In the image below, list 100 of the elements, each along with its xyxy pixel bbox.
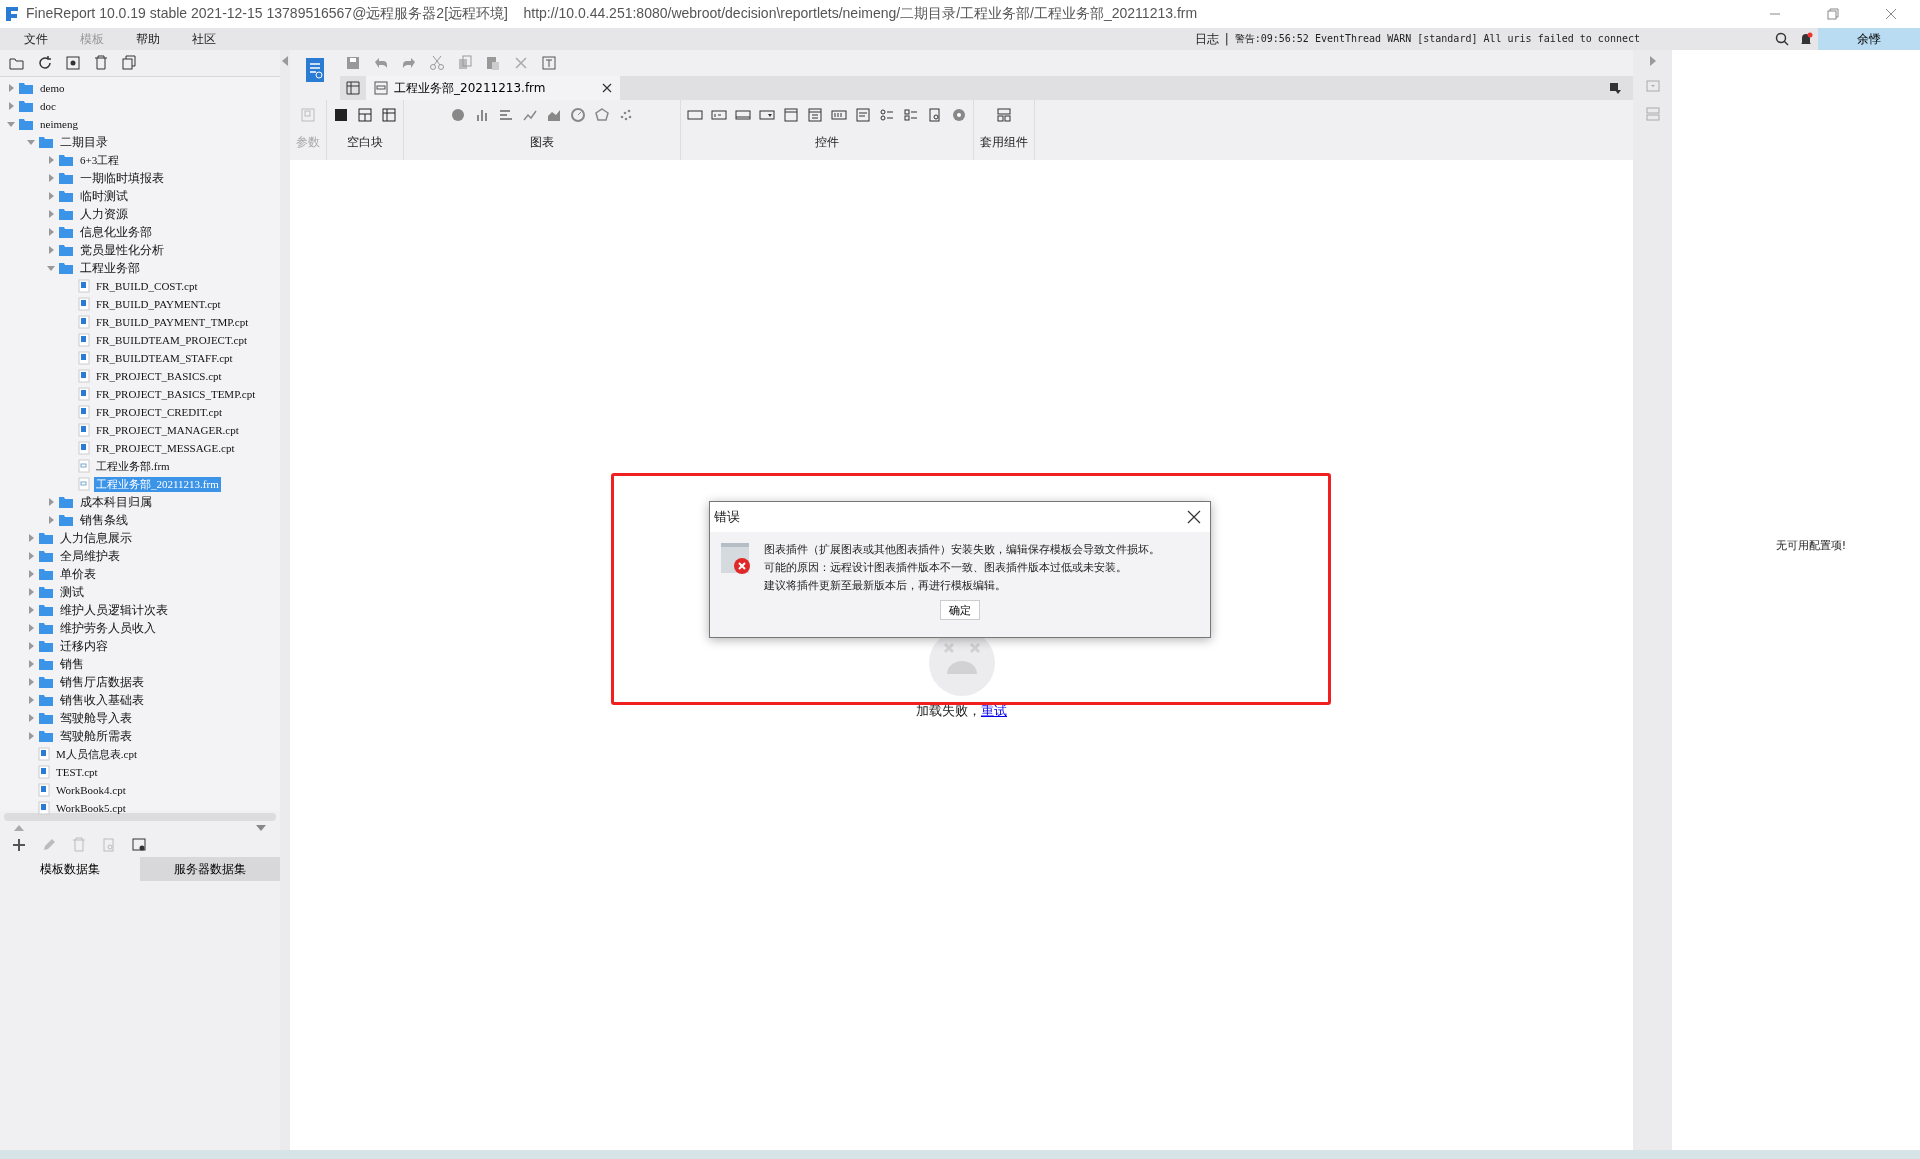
log-label[interactable]: 日志 (1194, 30, 1219, 48)
grid-icon[interactable] (345, 80, 361, 96)
tree-item[interactable]: FR_BUILDTEAM_PROJECT.cpt (94, 334, 250, 346)
up-arrow-icon[interactable] (14, 825, 24, 831)
collapsed-caret-icon[interactable] (27, 696, 35, 704)
close-button[interactable] (1187, 510, 1201, 524)
label-icon[interactable] (711, 107, 727, 123)
dropdown-icon[interactable] (759, 107, 775, 123)
delete-icon[interactable] (93, 55, 109, 71)
expanded-caret-icon[interactable] (7, 120, 15, 128)
tree-item[interactable]: 临时测试 (78, 187, 130, 205)
split-block-icon[interactable] (357, 107, 373, 123)
menu-item[interactable]: 文件 (24, 30, 48, 48)
tree-item[interactable]: 二期目录 (58, 133, 110, 151)
text-box-icon[interactable] (687, 107, 703, 123)
collapsed-caret-icon[interactable] (27, 660, 35, 668)
tree-item[interactable]: 全局维护表 (58, 547, 122, 565)
tree-item[interactable]: M人员信息表.cpt (54, 746, 139, 762)
scatter-chart-icon[interactable] (618, 107, 634, 123)
edit-icon[interactable] (41, 837, 57, 853)
bar-chart-icon[interactable] (474, 107, 490, 123)
tree-item[interactable]: demo (38, 82, 67, 94)
tree-item[interactable]: FR_BUILD_PAYMENT.cpt (94, 298, 223, 310)
tree-item[interactable]: 维护劳务人员收入 (58, 619, 158, 637)
tree-item[interactable]: 成本科目归属 (78, 493, 154, 511)
tree-item[interactable]: FR_PROJECT_MESSAGE.cpt (94, 442, 237, 454)
tree-item[interactable]: 单价表 (58, 565, 98, 583)
block-icon[interactable] (333, 107, 349, 123)
parameter-icon[interactable] (300, 107, 316, 123)
collapsed-caret-icon[interactable] (27, 714, 35, 722)
find-replace-icon[interactable] (541, 55, 557, 71)
dataset-settings-icon[interactable] (131, 837, 147, 853)
collapsed-caret-icon[interactable] (27, 534, 35, 542)
widget-panel-icon[interactable] (1644, 78, 1661, 94)
tree-item[interactable]: WorkBook5.cpt (54, 802, 128, 814)
checkbox-list-icon[interactable] (903, 107, 919, 123)
collapsed-caret-icon[interactable] (27, 606, 35, 614)
collapsed-caret-icon[interactable] (47, 174, 55, 182)
tree-item[interactable]: 维护人员逻辑计次表 (58, 601, 170, 619)
tree-item[interactable]: 人力资源 (78, 205, 130, 223)
tree-item[interactable]: 6+3工程 (78, 152, 122, 168)
tree-item[interactable]: FR_PROJECT_MANAGER.cpt (94, 424, 241, 436)
collapsed-caret-icon[interactable] (47, 228, 55, 236)
collapsed-caret-icon[interactable] (27, 588, 35, 596)
save-icon[interactable] (345, 55, 361, 71)
tree-item[interactable]: FR_BUILDTEAM_STAFF.cpt (94, 352, 235, 364)
search-button[interactable] (1775, 32, 1789, 46)
down-arrow-icon[interactable] (256, 825, 266, 831)
radar-chart-icon[interactable] (594, 107, 610, 123)
collapsed-caret-icon[interactable] (7, 84, 15, 92)
cut-icon[interactable] (429, 55, 445, 71)
tree-item[interactable]: 驾驶舱所需表 (58, 727, 134, 745)
tree-item[interactable]: FR_BUILD_COST.cpt (94, 280, 200, 292)
collapsed-caret-icon[interactable] (27, 642, 35, 650)
collapsed-caret-icon[interactable] (27, 678, 35, 686)
menu-item[interactable]: 社区 (192, 30, 216, 48)
tree-item[interactable]: TEST.cpt (54, 766, 100, 778)
gear-icon[interactable] (951, 107, 967, 123)
collapsed-caret-icon[interactable] (27, 732, 35, 740)
new-folder-icon[interactable] (9, 55, 25, 71)
tree-item[interactable]: 工程业务部 (78, 259, 142, 277)
paste-icon[interactable] (485, 55, 501, 71)
date-picker-icon[interactable] (783, 107, 799, 123)
tree-item[interactable]: 测试 (58, 583, 86, 601)
gauge-icon[interactable] (570, 107, 586, 123)
copy-icon[interactable] (121, 55, 137, 71)
user-button[interactable]: 余悸 (1818, 28, 1920, 50)
collapsed-caret-icon[interactable] (7, 102, 15, 110)
tree-item[interactable]: FR_PROJECT_BASICS_TEMP.cpt (94, 388, 258, 400)
collapsed-caret-icon[interactable] (47, 156, 55, 164)
tree-item[interactable]: 驾驶舱导入表 (58, 709, 134, 727)
tree-item[interactable]: 信息化业务部 (78, 223, 154, 241)
tree-item[interactable]: 销售厅店数据表 (58, 673, 146, 691)
collapsed-caret-icon[interactable] (27, 552, 35, 560)
refresh-icon[interactable] (37, 55, 53, 71)
document-tab[interactable]: 工程业务部_20211213.frm (366, 76, 620, 100)
preview-icon[interactable] (927, 107, 943, 123)
tree-item[interactable]: WorkBook4.cpt (54, 784, 128, 796)
tree-item[interactable]: 销售收入基础表 (58, 691, 146, 709)
tree-item[interactable]: doc (38, 100, 58, 112)
notification-button[interactable] (1799, 32, 1813, 46)
collapsed-caret-icon[interactable] (47, 246, 55, 254)
tree-item[interactable]: 人力信息展示 (58, 529, 134, 547)
tree-item[interactable]: FR_BUILD_PAYMENT_TMP.cpt (94, 316, 251, 328)
horizontal-bar-chart-icon[interactable] (498, 107, 514, 123)
panel-menu-icon[interactable] (1609, 82, 1621, 94)
text-area-icon[interactable] (855, 107, 871, 123)
collapsed-caret-icon[interactable] (47, 210, 55, 218)
collapsed-caret-icon[interactable] (47, 498, 55, 506)
pie-chart-icon[interactable] (450, 107, 466, 123)
expanded-caret-icon[interactable] (47, 264, 55, 272)
tree-item[interactable]: 销售 (58, 655, 86, 673)
expand-arrow-icon[interactable] (1649, 56, 1656, 66)
table-block-icon[interactable] (381, 107, 397, 123)
number-field-icon[interactable] (831, 107, 847, 123)
tree-item[interactable]: 党员显性化分析 (78, 241, 166, 259)
menu-item[interactable]: 帮助 (136, 30, 160, 48)
calendar-icon[interactable] (807, 107, 823, 123)
collapsed-caret-icon[interactable] (27, 570, 35, 578)
close-icon[interactable] (601, 83, 612, 93)
